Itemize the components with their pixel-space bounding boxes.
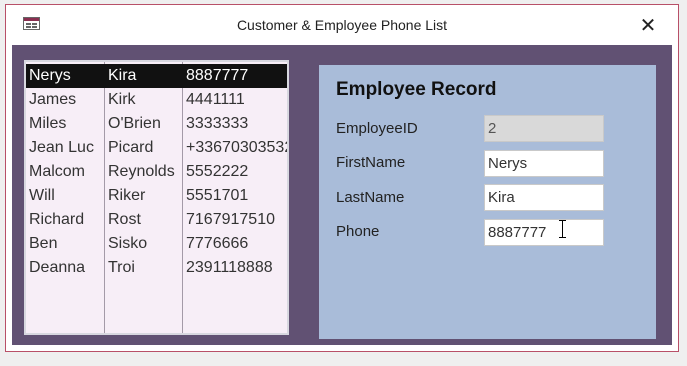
last-name-label: LastName [336,189,405,206]
first-name-cell: Richard [29,211,85,228]
first-name-cell: Deanna [29,259,86,276]
list-row[interactable]: Will Riker 5551701 [26,184,287,208]
first-name-cell: Jean Luc [29,139,94,156]
first-name-cell: Malcom [29,163,86,180]
phone-cell: 2391118888 [186,259,273,276]
first-name-cell: Ben [29,235,58,252]
close-button[interactable]: ✕ [628,12,668,40]
phone-field[interactable]: 8887777 [484,219,604,246]
employee-id-label: EmployeeID [336,120,418,137]
employee-id-field[interactable]: 2 [484,115,604,142]
title-bar[interactable]: Customer & Employee Phone List ✕ [6,5,678,45]
app-window: Customer & Employee Phone List ✕ Nerys Ki… [5,4,679,352]
first-name-cell: James [29,91,77,108]
last-name-field[interactable]: Kira [484,184,604,211]
list-row[interactable]: Jean Luc Picard +33670303532 [26,136,287,160]
text-cursor-icon [559,220,567,238]
list-row[interactable]: Richard Rost 7167917510 [26,208,287,232]
employee-list[interactable]: Nerys Kira 8887777 James Kirk 4441111 Miles O'B… [24,60,289,335]
last-name-cell: Riker [108,187,146,204]
list-row[interactable]: Ben Sisko 7776666 [26,232,287,256]
first-name-cell: Will [29,187,55,204]
last-name-cell: Reynolds [108,163,175,180]
list-row[interactable]: Nerys Kira 8887777 [26,64,287,88]
last-name-cell: Troi [108,259,135,276]
phone-cell: 3333333 [186,115,249,132]
list-row[interactable]: Miles O'Brien 3333333 [26,112,287,136]
phone-cell: 5551701 [186,187,249,204]
phone-label: Phone [336,223,380,240]
panel-heading: Employee Record [336,79,497,100]
last-name-cell: Picard [108,139,154,156]
last-name-cell: O'Brien [108,115,161,132]
last-name-cell: Kira [108,67,137,84]
first-name-label: FirstName [336,154,406,171]
first-name-cell: Miles [29,115,67,132]
phone-cell: +33670303532 [186,139,289,156]
last-name-cell: Sisko [108,235,148,252]
employee-record-panel: Employee Record EmployeeID 2 FirstName N… [319,65,656,339]
phone-cell: 8887777 [186,67,249,84]
phone-cell: 4441111 [186,91,245,108]
close-icon: ✕ [639,15,657,37]
last-name-cell: Kirk [108,91,136,108]
phone-cell: 7167917510 [186,211,275,228]
form-body: Nerys Kira 8887777 James Kirk 4441111 Miles O'B… [12,45,672,345]
window-title: Customer & Employee Phone List [236,17,448,33]
list-row[interactable]: Malcom Reynolds 5552222 [26,160,287,184]
first-name-field[interactable]: Nerys [484,150,604,177]
list-row[interactable]: James Kirk 4441111 [26,88,287,112]
list-row[interactable]: Deanna Troi 2391118888 [26,256,287,280]
last-name-cell: Rost [108,211,141,228]
first-name-cell: Nerys [29,67,71,84]
phone-cell: 5552222 [186,163,249,180]
phone-cell: 7776666 [186,235,249,252]
